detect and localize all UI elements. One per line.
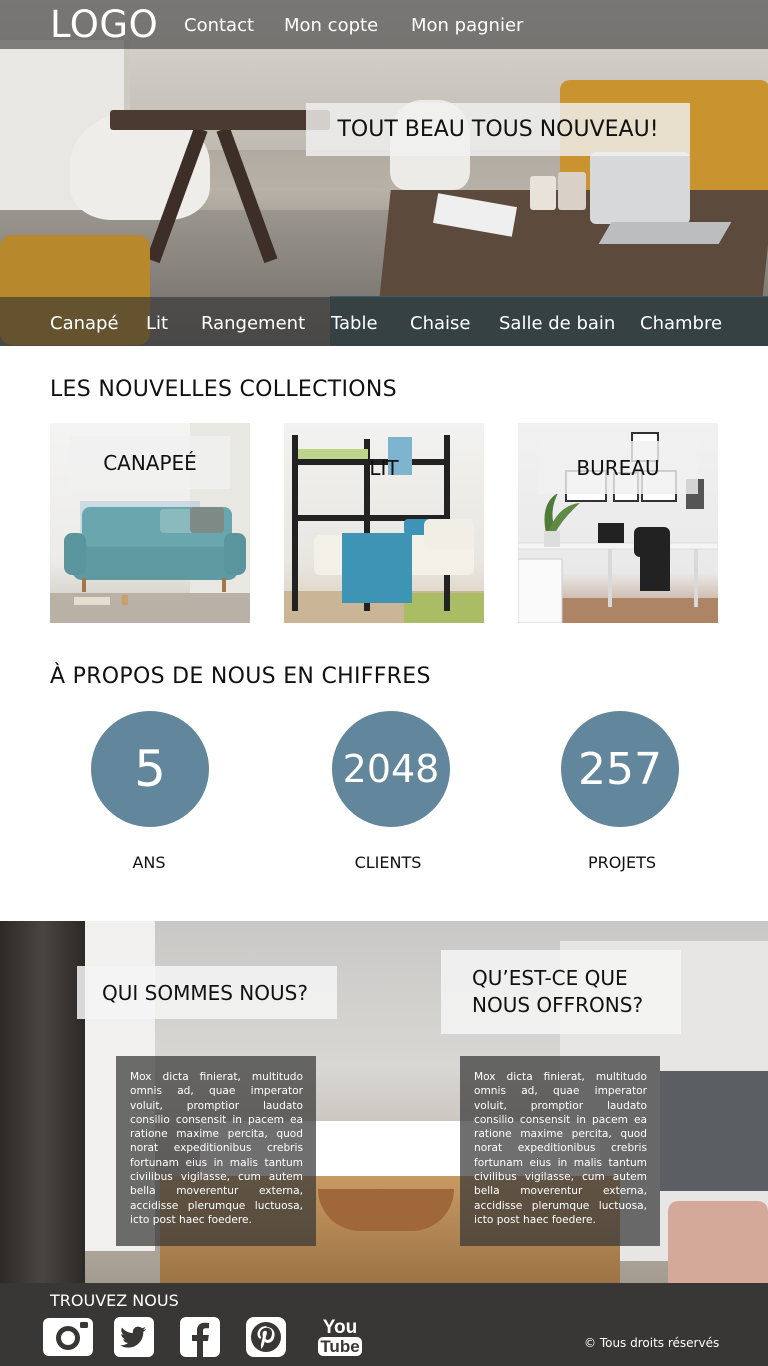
facebook-icon[interactable]	[179, 1316, 221, 1358]
stat-label-clients: CLIENTS	[354, 853, 422, 872]
nav-mon-panier[interactable]: Mon pagnier	[411, 15, 523, 36]
category-rangement[interactable]: Rangement	[201, 313, 305, 334]
about-who-text: Mox dicta finierat, multitudo omnis ad, …	[116, 1056, 316, 1246]
stat-value-years: 5	[134, 740, 166, 798]
collection-label-bureau: BUREAU	[538, 441, 698, 494]
youtube-icon-text-top: You	[322, 1317, 358, 1338]
about-offer-title: QU’EST-CE QUE NOUS OFFRONS?	[441, 950, 681, 1034]
about-offer-title-line2: NOUS OFFRONS?	[472, 993, 644, 1017]
stats-title: À PROPOS DE NOUS EN CHIFFRES	[50, 664, 431, 689]
collection-label-lit: LIT	[369, 456, 399, 480]
hero-banner: TOUT BEAU TOUS NOUVEAU!	[306, 103, 690, 156]
stat-circle-projects: 257	[561, 711, 679, 827]
stat-circle-clients: 2048	[332, 711, 450, 827]
stat-value-projects: 257	[578, 743, 662, 795]
about-who-title: QUI SOMMES NOUS?	[77, 966, 337, 1019]
instagram-icon[interactable]	[42, 1316, 94, 1358]
stat-label-years: ANS	[132, 853, 166, 872]
collections-title: LES NOUVELLES COLLECTIONS	[50, 377, 397, 402]
stat-value-clients: 2048	[342, 747, 440, 791]
category-salle-de-bain[interactable]: Salle de bain	[499, 313, 615, 334]
footer-title: TROUVEZ NOUS	[50, 1291, 179, 1310]
category-lit[interactable]: Lit	[146, 313, 168, 334]
category-table[interactable]: Table	[331, 313, 378, 334]
category-chaise[interactable]: Chaise	[410, 313, 470, 334]
category-chambre[interactable]: Chambre	[640, 313, 722, 334]
collection-tile-bureau[interactable]: BUREAU	[518, 423, 718, 623]
logo[interactable]: LOGO	[50, 3, 158, 46]
about-offer-text: Mox dicta finierat, multitudo omnis ad, …	[460, 1056, 660, 1246]
youtube-icon[interactable]: You Tube	[318, 1316, 362, 1358]
stat-label-projects: PROJETS	[587, 853, 657, 872]
nav-mon-compte[interactable]: Mon copte	[284, 15, 378, 36]
youtube-icon-text-bottom: Tube	[318, 1337, 362, 1356]
stat-circle-years: 5	[91, 711, 209, 827]
twitter-icon[interactable]	[113, 1316, 155, 1358]
collection-tile-canape[interactable]: CANAPEÉ	[50, 423, 250, 623]
hero-image	[0, 0, 768, 346]
category-canape[interactable]: Canapé	[50, 313, 119, 334]
collection-label-canape: CANAPEÉ	[70, 436, 230, 489]
about-offer-title-line1: QU’EST-CE QUE	[472, 966, 628, 990]
copyright: © Tous droits réservés	[584, 1336, 720, 1350]
nav-contact[interactable]: Contact	[184, 15, 254, 36]
pinterest-icon[interactable]	[245, 1316, 287, 1358]
collection-tile-lit[interactable]: LIT	[284, 423, 484, 623]
